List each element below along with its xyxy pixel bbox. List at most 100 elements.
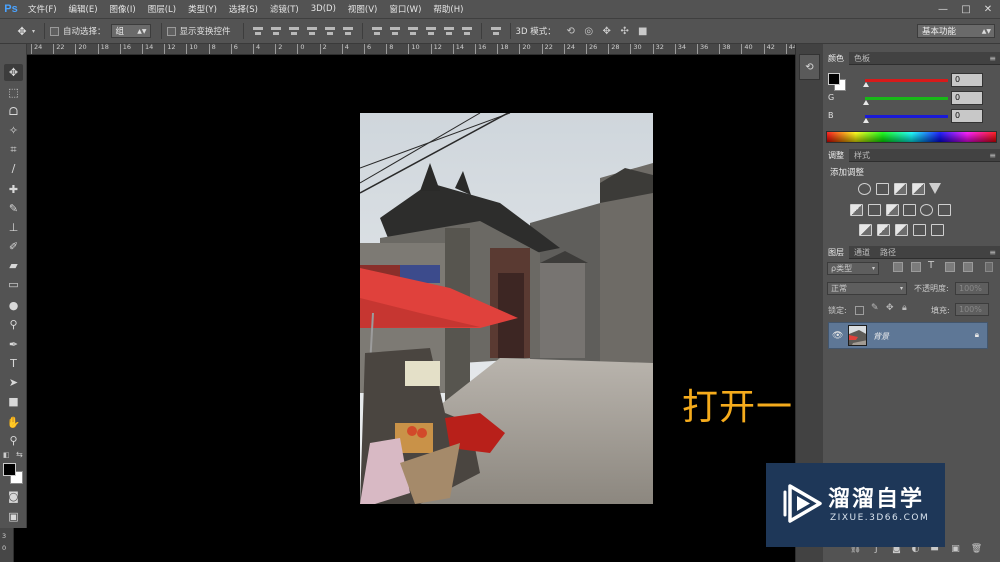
panel-menu-icon[interactable]: ≡ — [989, 149, 996, 162]
history-brush-tool-icon[interactable]: ✐ — [4, 238, 23, 255]
lasso-tool-icon[interactable]: ᗝ — [4, 103, 23, 120]
close-button[interactable]: ✕ — [977, 0, 999, 18]
align-horizontal-center-icon[interactable] — [324, 25, 336, 37]
brush-tool-icon[interactable]: ✎ — [4, 200, 23, 217]
eraser-tool-icon[interactable]: ▰ — [4, 257, 23, 274]
menu-window[interactable]: 窗口(W) — [383, 3, 427, 15]
filter-smart-object-icon[interactable] — [963, 262, 973, 272]
filter-adjustment-icon[interactable] — [911, 262, 921, 272]
slide-3d-icon[interactable]: ✣ — [618, 25, 632, 37]
filter-toggle-icon[interactable] — [985, 262, 993, 272]
black-white-icon[interactable] — [886, 204, 899, 216]
rotate-3d-icon[interactable]: ⟲ — [564, 25, 578, 37]
distribute-horizontal-center-icon[interactable] — [443, 25, 455, 37]
vibrance-icon[interactable] — [929, 183, 941, 194]
auto-select-checkbox[interactable] — [50, 26, 60, 36]
menu-image[interactable]: 图像(I) — [104, 3, 142, 15]
tab-layers[interactable]: 图层 — [823, 245, 849, 259]
exposure-icon[interactable] — [912, 183, 925, 195]
zoom-tool-icon[interactable]: ⚲ — [4, 432, 23, 449]
red-slider-thumb[interactable] — [863, 82, 869, 87]
type-tool-icon[interactable]: T — [4, 355, 23, 372]
move-tool-preset-icon[interactable]: ✥ — [14, 23, 30, 39]
default-colors-icon[interactable]: ◧ — [3, 451, 10, 459]
photo-filter-icon[interactable] — [903, 204, 916, 216]
menu-filter[interactable]: 滤镜(T) — [264, 3, 305, 15]
quick-selection-tool-icon[interactable]: ✧ — [4, 122, 23, 139]
filter-type-icon[interactable]: T — [928, 260, 934, 271]
filter-pixel-icon[interactable] — [893, 262, 903, 272]
auto-select-dropdown[interactable]: 组 ▲▼ — [110, 24, 151, 38]
brightness-contrast-icon[interactable] — [858, 183, 871, 195]
auto-align-layers-icon[interactable] — [490, 25, 502, 37]
blur-tool-icon[interactable]: ● — [4, 297, 23, 314]
lock-transparent-icon[interactable] — [855, 306, 864, 315]
threshold-icon[interactable] — [895, 224, 908, 236]
healing-brush-tool-icon[interactable]: ✚ — [4, 181, 23, 198]
menu-layer[interactable]: 图层(L) — [142, 3, 182, 15]
quick-mask-icon[interactable]: ◙ — [4, 488, 23, 505]
align-bottom-icon[interactable] — [288, 25, 300, 37]
color-lookup-icon[interactable] — [938, 204, 951, 216]
preset-dropdown-arrow-icon[interactable]: ▾ — [32, 28, 35, 35]
color-spectrum-bar[interactable] — [826, 131, 997, 143]
blend-mode-dropdown[interactable]: 正常 ▾ — [827, 282, 907, 295]
tab-paths[interactable]: 路径 — [875, 246, 901, 259]
opacity-field[interactable]: 100% — [955, 282, 989, 295]
green-slider-track[interactable] — [865, 97, 948, 100]
roll-3d-icon[interactable]: ◎ — [582, 25, 596, 37]
red-slider-track[interactable] — [865, 79, 948, 82]
blue-value-field[interactable]: 0 — [951, 109, 983, 123]
show-transform-checkbox[interactable] — [166, 26, 176, 36]
visibility-eye-icon[interactable]: 👁︎ — [832, 331, 843, 341]
tab-styles[interactable]: 样式 — [849, 149, 875, 162]
distribute-bottom-icon[interactable] — [407, 25, 419, 37]
panel-menu-icon[interactable]: ≡ — [989, 52, 996, 65]
foreground-color-swatch[interactable] — [3, 463, 16, 476]
delete-layer-icon[interactable]: 🗑︎ — [971, 544, 982, 554]
lock-position-icon[interactable]: ✥ — [886, 303, 894, 313]
menu-select[interactable]: 选择(S) — [223, 3, 264, 15]
lock-all-icon[interactable]: 🔒︎ — [902, 303, 907, 313]
clone-stamp-tool-icon[interactable]: ⊥ — [4, 219, 23, 236]
blue-slider-track[interactable] — [865, 115, 948, 118]
panel-menu-icon[interactable]: ≡ — [989, 246, 996, 259]
green-value-field[interactable]: 0 — [951, 91, 983, 105]
drag-3d-icon[interactable]: ✥ — [600, 25, 614, 37]
screen-mode-icon[interactable]: ▣ — [4, 508, 23, 525]
lock-pixels-icon[interactable]: ✎ — [871, 303, 879, 313]
tab-channels[interactable]: 通道 — [849, 246, 875, 259]
align-left-icon[interactable] — [306, 25, 318, 37]
menu-edit[interactable]: 编辑(E) — [63, 3, 104, 15]
menu-view[interactable]: 视图(V) — [342, 3, 383, 15]
menu-file[interactable]: 文件(F) — [22, 3, 63, 15]
menu-3d[interactable]: 3D(D) — [305, 4, 342, 14]
dodge-tool-icon[interactable]: ⚲ — [4, 316, 23, 333]
panel-foreground-swatch[interactable] — [828, 73, 840, 85]
gradient-map-icon[interactable] — [931, 224, 944, 236]
align-right-icon[interactable] — [342, 25, 354, 37]
align-top-icon[interactable] — [252, 25, 264, 37]
invert-icon[interactable] — [859, 224, 872, 236]
eyedropper-tool-icon[interactable]: ∕ — [4, 160, 23, 177]
menu-type[interactable]: 类型(Y) — [182, 3, 223, 15]
align-vertical-center-icon[interactable] — [270, 25, 282, 37]
minimize-button[interactable]: — — [932, 0, 954, 18]
swap-colors-icon[interactable]: ⇆ — [16, 450, 23, 459]
color-balance-icon[interactable] — [868, 204, 881, 216]
crop-tool-icon[interactable]: ⌗ — [4, 141, 23, 158]
workspace-dropdown[interactable]: 基本功能 ▲▼ — [917, 24, 995, 38]
distribute-top-icon[interactable] — [371, 25, 383, 37]
tab-swatches[interactable]: 色板 — [849, 52, 875, 65]
gradient-tool-icon[interactable]: ▭ — [4, 276, 23, 293]
layer-name[interactable]: 背景 — [873, 331, 889, 342]
red-value-field[interactable]: 0 — [951, 73, 983, 87]
hand-tool-icon[interactable]: ✋ — [4, 414, 23, 431]
move-tool-icon[interactable]: ✥ — [4, 64, 23, 81]
curves-icon[interactable] — [894, 183, 907, 195]
menu-help[interactable]: 帮助(H) — [427, 3, 469, 15]
marquee-tool-icon[interactable]: ⬚ — [4, 84, 23, 101]
selective-color-icon[interactable] — [913, 224, 926, 236]
pen-tool-icon[interactable]: ✒ — [4, 336, 23, 353]
filter-shape-icon[interactable] — [945, 262, 955, 272]
